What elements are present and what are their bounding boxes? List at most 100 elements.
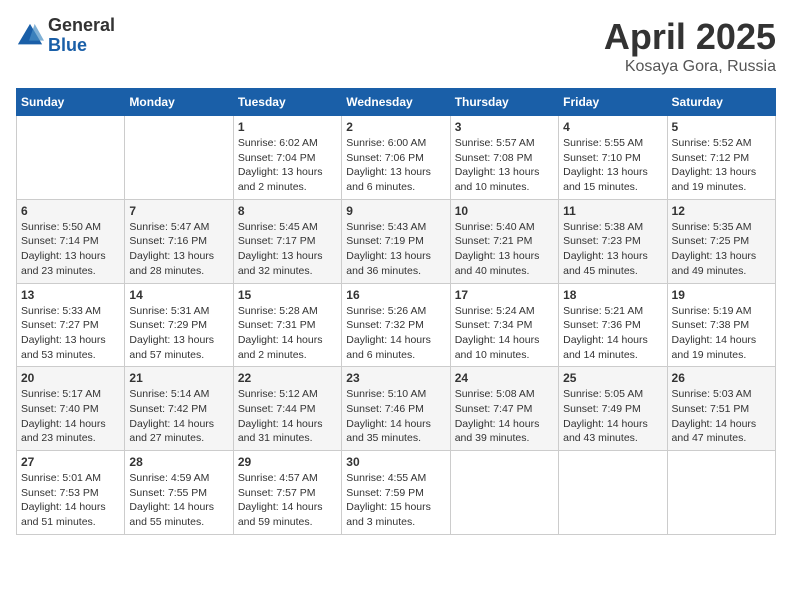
day-info: Sunrise: 5:14 AM Sunset: 7:42 PM Dayligh… [129, 387, 228, 446]
calendar-cell: 11 Sunrise: 5:38 AM Sunset: 7:23 PM Dayl… [559, 199, 667, 283]
day-info: Sunrise: 5:31 AM Sunset: 7:29 PM Dayligh… [129, 304, 228, 363]
day-number: 18 [563, 288, 662, 302]
calendar-cell: 17 Sunrise: 5:24 AM Sunset: 7:34 PM Dayl… [450, 283, 558, 367]
day-info: Sunrise: 4:55 AM Sunset: 7:59 PM Dayligh… [346, 471, 445, 530]
sunrise-label: Sunrise: 5:08 AM [455, 388, 535, 400]
daylight-label: Daylight: 13 hours and 10 minutes. [455, 166, 540, 193]
sunrise-label: Sunrise: 4:59 AM [129, 472, 209, 484]
day-info: Sunrise: 5:38 AM Sunset: 7:23 PM Dayligh… [563, 220, 662, 279]
calendar-cell: 14 Sunrise: 5:31 AM Sunset: 7:29 PM Dayl… [125, 283, 233, 367]
day-info: Sunrise: 5:12 AM Sunset: 7:44 PM Dayligh… [238, 387, 337, 446]
day-number: 8 [238, 204, 337, 218]
calendar-cell: 20 Sunrise: 5:17 AM Sunset: 7:40 PM Dayl… [17, 367, 125, 451]
sunrise-label: Sunrise: 6:02 AM [238, 137, 318, 149]
daylight-label: Daylight: 13 hours and 2 minutes. [238, 166, 323, 193]
day-number: 7 [129, 204, 228, 218]
day-info: Sunrise: 5:43 AM Sunset: 7:19 PM Dayligh… [346, 220, 445, 279]
day-number: 30 [346, 455, 445, 469]
daylight-label: Daylight: 14 hours and 2 minutes. [238, 334, 323, 361]
day-info: Sunrise: 5:01 AM Sunset: 7:53 PM Dayligh… [21, 471, 120, 530]
daylight-label: Daylight: 14 hours and 14 minutes. [563, 334, 648, 361]
sunrise-label: Sunrise: 5:21 AM [563, 305, 643, 317]
calendar-cell: 27 Sunrise: 5:01 AM Sunset: 7:53 PM Dayl… [17, 451, 125, 535]
sunset-label: Sunset: 7:59 PM [346, 487, 424, 499]
sunrise-label: Sunrise: 5:12 AM [238, 388, 318, 400]
calendar-cell: 21 Sunrise: 5:14 AM Sunset: 7:42 PM Dayl… [125, 367, 233, 451]
daylight-label: Daylight: 15 hours and 3 minutes. [346, 501, 431, 528]
calendar-cell: 13 Sunrise: 5:33 AM Sunset: 7:27 PM Dayl… [17, 283, 125, 367]
calendar-cell: 3 Sunrise: 5:57 AM Sunset: 7:08 PM Dayli… [450, 116, 558, 200]
day-number: 6 [21, 204, 120, 218]
sunset-label: Sunset: 7:04 PM [238, 152, 316, 164]
day-number: 4 [563, 120, 662, 134]
daylight-label: Daylight: 14 hours and 23 minutes. [21, 418, 106, 445]
day-number: 11 [563, 204, 662, 218]
day-number: 2 [346, 120, 445, 134]
calendar-cell: 29 Sunrise: 4:57 AM Sunset: 7:57 PM Dayl… [233, 451, 341, 535]
sunrise-label: Sunrise: 5:57 AM [455, 137, 535, 149]
sunset-label: Sunset: 7:27 PM [21, 319, 99, 331]
logo-icon [16, 22, 44, 50]
day-info: Sunrise: 5:08 AM Sunset: 7:47 PM Dayligh… [455, 387, 554, 446]
calendar-cell: 9 Sunrise: 5:43 AM Sunset: 7:19 PM Dayli… [342, 199, 450, 283]
sunset-label: Sunset: 7:34 PM [455, 319, 533, 331]
logo-general-text: General [48, 16, 115, 36]
daylight-label: Daylight: 14 hours and 51 minutes. [21, 501, 106, 528]
sunset-label: Sunset: 7:10 PM [563, 152, 641, 164]
day-info: Sunrise: 6:02 AM Sunset: 7:04 PM Dayligh… [238, 136, 337, 195]
day-number: 12 [672, 204, 771, 218]
day-number: 19 [672, 288, 771, 302]
day-number: 5 [672, 120, 771, 134]
sunrise-label: Sunrise: 5:47 AM [129, 221, 209, 233]
sunrise-label: Sunrise: 5:43 AM [346, 221, 426, 233]
calendar-week-row: 6 Sunrise: 5:50 AM Sunset: 7:14 PM Dayli… [17, 199, 776, 283]
sunset-label: Sunset: 7:14 PM [21, 235, 99, 247]
sunrise-label: Sunrise: 5:38 AM [563, 221, 643, 233]
sunrise-label: Sunrise: 6:00 AM [346, 137, 426, 149]
sunrise-label: Sunrise: 5:52 AM [672, 137, 752, 149]
day-number: 24 [455, 371, 554, 385]
day-number: 25 [563, 371, 662, 385]
calendar-cell: 30 Sunrise: 4:55 AM Sunset: 7:59 PM Dayl… [342, 451, 450, 535]
day-number: 22 [238, 371, 337, 385]
daylight-label: Daylight: 14 hours and 47 minutes. [672, 418, 757, 445]
weekday-header-thursday: Thursday [450, 89, 558, 116]
sunset-label: Sunset: 7:49 PM [563, 403, 641, 415]
sunset-label: Sunset: 7:36 PM [563, 319, 641, 331]
daylight-label: Daylight: 13 hours and 28 minutes. [129, 250, 214, 277]
calendar-cell: 1 Sunrise: 6:02 AM Sunset: 7:04 PM Dayli… [233, 116, 341, 200]
day-info: Sunrise: 6:00 AM Sunset: 7:06 PM Dayligh… [346, 136, 445, 195]
calendar-cell: 12 Sunrise: 5:35 AM Sunset: 7:25 PM Dayl… [667, 199, 775, 283]
sunrise-label: Sunrise: 5:28 AM [238, 305, 318, 317]
daylight-label: Daylight: 14 hours and 31 minutes. [238, 418, 323, 445]
calendar-cell: 7 Sunrise: 5:47 AM Sunset: 7:16 PM Dayli… [125, 199, 233, 283]
sunset-label: Sunset: 7:23 PM [563, 235, 641, 247]
sunrise-label: Sunrise: 5:01 AM [21, 472, 101, 484]
sunset-label: Sunset: 7:17 PM [238, 235, 316, 247]
calendar-cell: 16 Sunrise: 5:26 AM Sunset: 7:32 PM Dayl… [342, 283, 450, 367]
daylight-label: Daylight: 13 hours and 15 minutes. [563, 166, 648, 193]
weekday-header-saturday: Saturday [667, 89, 775, 116]
sunrise-label: Sunrise: 5:14 AM [129, 388, 209, 400]
sunset-label: Sunset: 7:31 PM [238, 319, 316, 331]
sunset-label: Sunset: 7:55 PM [129, 487, 207, 499]
calendar-week-row: 20 Sunrise: 5:17 AM Sunset: 7:40 PM Dayl… [17, 367, 776, 451]
sunrise-label: Sunrise: 5:50 AM [21, 221, 101, 233]
day-info: Sunrise: 5:19 AM Sunset: 7:38 PM Dayligh… [672, 304, 771, 363]
calendar-cell: 26 Sunrise: 5:03 AM Sunset: 7:51 PM Dayl… [667, 367, 775, 451]
sunset-label: Sunset: 7:12 PM [672, 152, 750, 164]
day-info: Sunrise: 4:57 AM Sunset: 7:57 PM Dayligh… [238, 471, 337, 530]
sunrise-label: Sunrise: 5:45 AM [238, 221, 318, 233]
day-number: 13 [21, 288, 120, 302]
day-number: 17 [455, 288, 554, 302]
sunset-label: Sunset: 7:29 PM [129, 319, 207, 331]
sunrise-label: Sunrise: 5:55 AM [563, 137, 643, 149]
daylight-label: Daylight: 13 hours and 36 minutes. [346, 250, 431, 277]
day-info: Sunrise: 5:55 AM Sunset: 7:10 PM Dayligh… [563, 136, 662, 195]
day-number: 29 [238, 455, 337, 469]
daylight-label: Daylight: 13 hours and 53 minutes. [21, 334, 106, 361]
day-info: Sunrise: 5:52 AM Sunset: 7:12 PM Dayligh… [672, 136, 771, 195]
day-number: 26 [672, 371, 771, 385]
day-info: Sunrise: 5:50 AM Sunset: 7:14 PM Dayligh… [21, 220, 120, 279]
day-info: Sunrise: 4:59 AM Sunset: 7:55 PM Dayligh… [129, 471, 228, 530]
